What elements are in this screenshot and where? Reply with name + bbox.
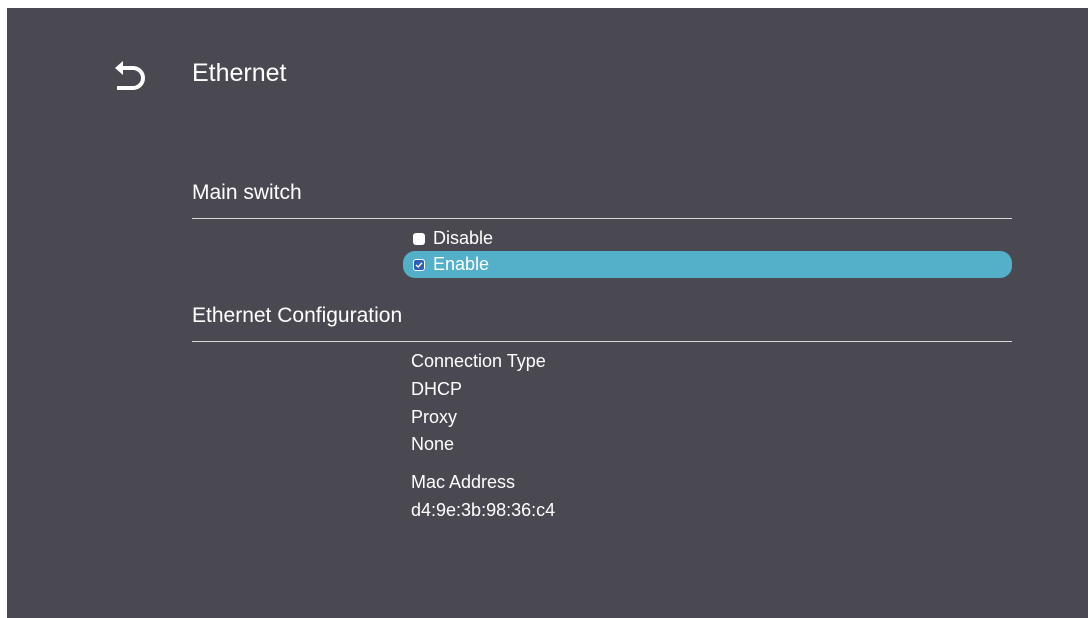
configuration-divider — [192, 341, 1012, 342]
page-title: Ethernet — [192, 59, 287, 87]
mac-address-label: Mac Address — [411, 472, 516, 492]
proxy-label: Proxy — [411, 407, 458, 427]
main-switch-title: Main switch — [192, 181, 302, 204]
proxy-value: None — [411, 434, 455, 454]
settings-screen: Ethernet Main switch Disable Enable Ethe… — [7, 8, 1088, 618]
option-enable[interactable]: Enable — [403, 251, 1012, 278]
option-disable-label: Disable — [433, 228, 494, 248]
back-button[interactable] — [103, 54, 151, 98]
option-disable[interactable]: Disable — [403, 225, 1012, 252]
connection-type-value: DHCP — [411, 379, 463, 399]
configuration-title: Ethernet Configuration — [192, 304, 403, 327]
back-arrow-icon — [115, 61, 145, 90]
option-enable-label: Enable — [433, 254, 490, 274]
connection-type-label: Connection Type — [411, 351, 546, 371]
main-switch-divider — [192, 218, 1012, 219]
checkbox-checked-icon — [413, 258, 425, 271]
mac-address-value: d4:9e:3b:98:36:c4 — [411, 500, 556, 520]
checkbox-unchecked-icon — [413, 232, 425, 245]
